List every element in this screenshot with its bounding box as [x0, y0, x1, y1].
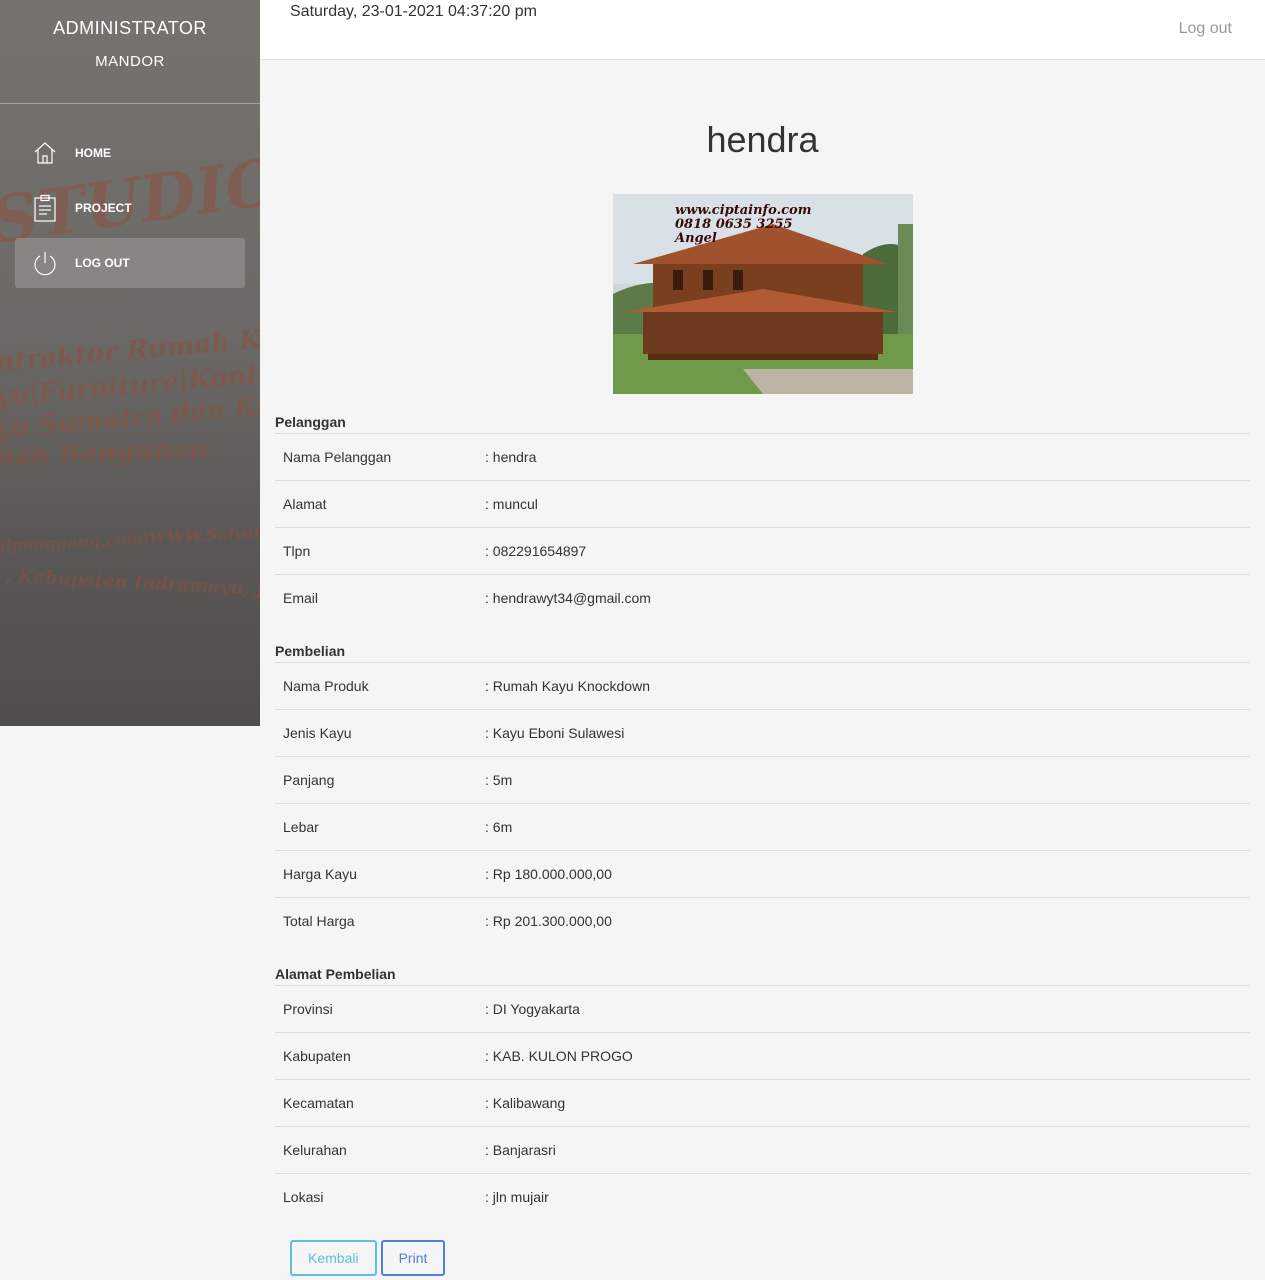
field-value: : Kalibawang	[484, 1079, 1250, 1127]
table-row: Nama Produk: Rumah Kayu Knockdown	[275, 663, 1250, 710]
logout-link[interactable]: Log out	[1179, 20, 1232, 38]
role-title: ADMINISTRATOR	[53, 18, 207, 38]
field-label: Nama Pelanggan	[275, 434, 484, 481]
product-photo: www.ciptainfo.com 0818 0635 3255 Angel	[612, 194, 913, 394]
customer-table: Nama Pelanggan: hendra Alamat: muncul Tl…	[275, 434, 1250, 621]
sidebar-item-home[interactable]: HOME	[15, 128, 245, 178]
sidebar-header: ADMINISTRATOR MANDOR	[0, 0, 260, 104]
field-label: Kelurahan	[275, 1126, 484, 1174]
page-title: hendra	[706, 119, 819, 160]
sidebar-background-art: nan Bangunan	[0, 434, 209, 472]
table-row: Lokasi : jln mujair	[275, 1174, 1250, 1221]
field-label: Alamat	[275, 480, 484, 528]
field-value: : DI Yogyakarta	[484, 986, 1250, 1033]
sidebar: STUDIO OPTI ntraktor Rumah Kay yu|Furnit…	[0, 0, 260, 726]
photo-watermark-line: Angel	[673, 231, 717, 246]
clipboard-icon	[31, 194, 59, 222]
field-value: : jln mujair	[485, 1189, 549, 1205]
table-row: Lebar: 6m	[275, 803, 1250, 851]
main-content: hendra www.ciptainfo.com 0818 0635 3255 …	[275, 60, 1250, 1276]
field-value: : 6m	[484, 803, 1250, 851]
power-icon	[31, 249, 59, 277]
field-label: Email	[283, 590, 319, 606]
field-value: : Kayu Eboni Sulawesi	[484, 709, 1250, 757]
photo-watermark-line: 0818 0635 3255	[675, 217, 793, 232]
sidebar-menu: HOME PROJECT LOG OUT	[0, 128, 260, 288]
sidebar-item-label: LOG OUT	[75, 256, 130, 270]
table-row: Harga Kayu: Rp 180.000.000,00	[275, 850, 1250, 898]
table-row: Kabupaten: KAB. KULON PROGO	[275, 1032, 1250, 1080]
sidebar-background-art: alpanggang.com|WWW.Salyan-Kontr	[0, 519, 260, 556]
field-value: : 5m	[484, 756, 1250, 804]
back-button[interactable]: Kembali	[290, 1240, 377, 1276]
field-value: : Rp 180.000.000,00	[484, 850, 1250, 898]
field-value: : hendra	[484, 434, 1250, 481]
table-row: Nama Pelanggan: hendra	[275, 434, 1250, 481]
field-value: : Banjarasri	[484, 1126, 1250, 1174]
table-row: Kelurahan: Banjarasri	[275, 1126, 1250, 1174]
field-value: : muncul	[484, 480, 1250, 528]
photo-watermark-line: www.ciptainfo.com	[675, 203, 811, 218]
home-icon	[31, 139, 59, 167]
section-title-pembelian: Pembelian	[275, 643, 1250, 663]
table-row: Alamat: muncul	[275, 480, 1250, 528]
top-bar: Saturday, 23-01-2021 04:37:20 pm Log out	[260, 0, 1265, 60]
sidebar-background-art: , Kabupaten Indramayu, Jawa Barat	[4, 565, 260, 606]
table-row: Email : hendrawyt34@gmail.com	[275, 575, 1250, 622]
field-label: Provinsi	[275, 986, 484, 1033]
table-row: Panjang: 5m	[275, 756, 1250, 804]
sidebar-item-project[interactable]: PROJECT	[15, 183, 245, 233]
field-label: Tlpn	[275, 527, 484, 575]
table-row: Jenis Kayu: Kayu Eboni Sulawesi	[275, 709, 1250, 757]
section-title-alamat-pembelian: Alamat Pembelian	[275, 966, 1250, 986]
table-row: Total Harga : Rp 201.300.000,00	[275, 898, 1250, 945]
field-value: : Rumah Kayu Knockdown	[484, 663, 1250, 710]
field-label: Lokasi	[283, 1189, 324, 1205]
field-label: Lebar	[275, 803, 484, 851]
purchase-address-table: Provinsi: DI Yogyakarta Kabupaten: KAB. …	[275, 986, 1250, 1220]
field-value: : KAB. KULON PROGO	[484, 1032, 1250, 1080]
role-subtitle: MANDOR	[95, 53, 165, 70]
print-button[interactable]: Print	[380, 1240, 446, 1276]
section-title-pelanggan: Pelanggan	[275, 414, 1250, 434]
field-label: Panjang	[275, 756, 484, 804]
sidebar-item-label: PROJECT	[75, 201, 132, 215]
current-datetime: Saturday, 23-01-2021 04:37:20 pm	[290, 3, 537, 20]
field-label: Kabupaten	[275, 1032, 484, 1080]
sidebar-item-label: HOME	[75, 146, 111, 160]
field-label: Total Harga	[283, 913, 355, 929]
field-label: Jenis Kayu	[275, 709, 484, 757]
field-value: : Rp 201.300.000,00	[485, 913, 612, 929]
field-label: Nama Produk	[275, 663, 484, 710]
field-value: : hendrawyt34@gmail.com	[485, 590, 651, 606]
action-buttons: Kembali Print	[275, 1240, 1250, 1276]
table-row: Kecamatan: Kalibawang	[275, 1079, 1250, 1127]
purchase-table: Nama Produk: Rumah Kayu Knockdown Jenis …	[275, 663, 1250, 944]
table-row: Tlpn: 082291654897	[275, 527, 1250, 575]
field-label: Harga Kayu	[275, 850, 484, 898]
sidebar-item-logout[interactable]: LOG OUT	[15, 238, 245, 288]
field-label: Kecamatan	[275, 1079, 484, 1127]
field-value: : 082291654897	[484, 527, 1250, 575]
table-row: Provinsi: DI Yogyakarta	[275, 986, 1250, 1033]
